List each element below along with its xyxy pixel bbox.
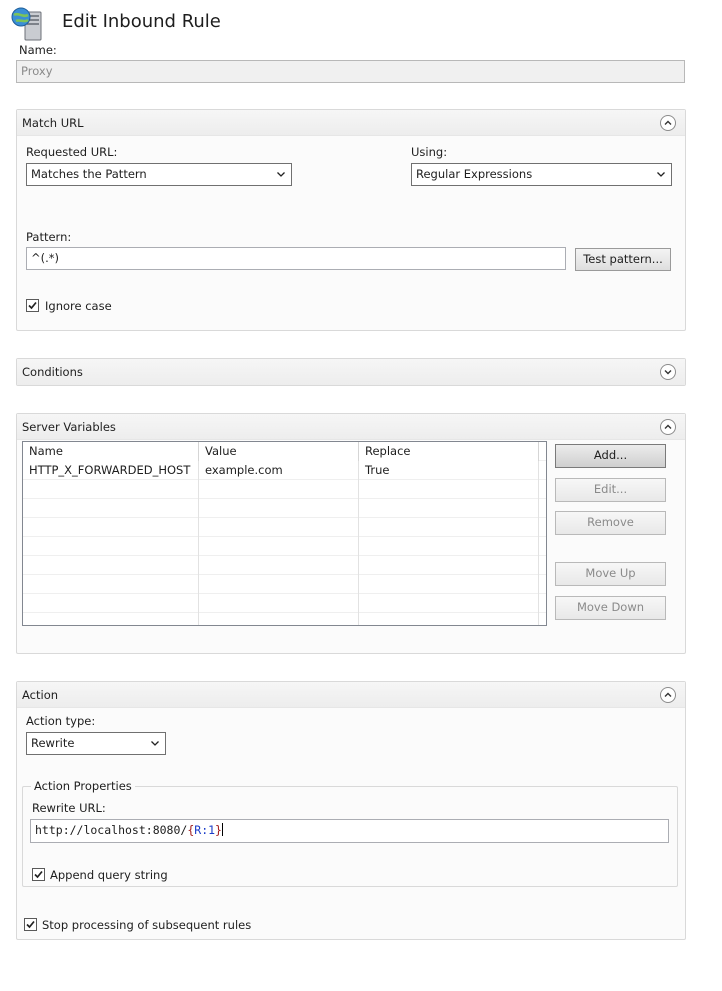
test-pattern-button[interactable]: Test pattern... [575, 248, 671, 271]
pattern-label: Pattern: [26, 230, 72, 244]
rewrite-url-variable: R:1 [194, 823, 216, 837]
stop-processing-checkbox[interactable] [24, 918, 37, 931]
conditions-title: Conditions [22, 365, 83, 379]
action-type-label: Action type: [26, 714, 96, 728]
column-header-name[interactable]: Name [23, 442, 199, 461]
empty-row [23, 499, 546, 518]
conditions-header[interactable]: Conditions [17, 359, 685, 385]
empty-row [23, 575, 546, 594]
stop-processing-label: Stop processing of subsequent rules [42, 918, 252, 932]
checkmark-icon [34, 870, 43, 879]
empty-row [23, 594, 546, 613]
column-header-value[interactable]: Value [199, 442, 359, 461]
chevron-down-icon [655, 168, 667, 180]
action-type-value: Rewrite [31, 736, 75, 750]
chevron-down-icon [275, 168, 287, 180]
requested-url-label: Requested URL: [26, 145, 118, 159]
checkmark-icon [26, 920, 35, 929]
cell-name: HTTP_X_FORWARDED_HOST [23, 461, 199, 480]
requested-url-select[interactable]: Matches the Pattern [26, 163, 292, 186]
action-title: Action [22, 688, 59, 702]
empty-row [23, 518, 546, 537]
remove-button[interactable]: Remove [555, 511, 666, 535]
action-properties-legend: Action Properties [31, 779, 135, 793]
rewrite-url-input[interactable]: http://localhost:8080/{R:1} [30, 819, 669, 843]
table-header-row: Name Value Replace [23, 442, 546, 461]
append-query-string-label: Append query string [50, 868, 168, 882]
name-field[interactable]: Proxy [16, 60, 685, 83]
collapse-up-icon[interactable] [660, 419, 676, 435]
move-down-button[interactable]: Move Down [555, 596, 666, 620]
using-label: Using: [411, 145, 448, 159]
server-variables-header[interactable]: Server Variables [17, 414, 685, 440]
move-up-button[interactable]: Move Up [555, 562, 666, 586]
ignore-case-label: Ignore case [45, 299, 112, 313]
collapse-up-icon[interactable] [660, 687, 676, 703]
cell-value: example.com [199, 461, 359, 480]
edit-button[interactable]: Edit... [555, 478, 666, 502]
empty-row [23, 556, 546, 575]
match-url-title: Match URL [22, 116, 84, 130]
collapse-up-icon[interactable] [660, 115, 676, 131]
ignore-case-checkbox[interactable] [26, 299, 39, 312]
using-value: Regular Expressions [416, 167, 533, 181]
empty-row [23, 613, 546, 625]
empty-row [23, 480, 546, 499]
rewrite-url-brace-close: } [215, 823, 222, 837]
server-variables-title: Server Variables [22, 420, 116, 434]
name-label: Name: [19, 43, 57, 57]
page-title: Edit Inbound Rule [62, 11, 221, 32]
action-header[interactable]: Action [17, 682, 685, 708]
server-variables-table[interactable]: Name Value Replace HTTP_X_FORWARDED_HOST… [22, 441, 547, 626]
rewrite-url-label: Rewrite URL: [32, 801, 106, 815]
match-url-header[interactable]: Match URL [17, 110, 685, 136]
using-select[interactable]: Regular Expressions [411, 163, 672, 186]
chevron-down-icon [149, 737, 161, 749]
add-button[interactable]: Add... [555, 444, 666, 468]
requested-url-value: Matches the Pattern [31, 167, 147, 181]
rewrite-url-prefix: http://localhost:8080/ [35, 823, 188, 837]
checkmark-icon [28, 301, 37, 310]
pattern-input[interactable]: ^(.*) [26, 247, 566, 270]
table-row[interactable]: HTTP_X_FORWARDED_HOST example.com True [23, 461, 546, 480]
column-header-replace[interactable]: Replace [359, 442, 539, 461]
conditions-group: Conditions [16, 358, 686, 386]
text-cursor [221, 823, 223, 836]
expand-down-icon[interactable] [660, 364, 676, 380]
empty-row [23, 537, 546, 556]
match-url-group: Match URL [16, 109, 686, 331]
server-globe-icon [10, 6, 46, 42]
cell-replace: True [359, 461, 539, 480]
action-type-select[interactable]: Rewrite [26, 732, 166, 755]
append-query-string-checkbox[interactable] [32, 868, 45, 881]
